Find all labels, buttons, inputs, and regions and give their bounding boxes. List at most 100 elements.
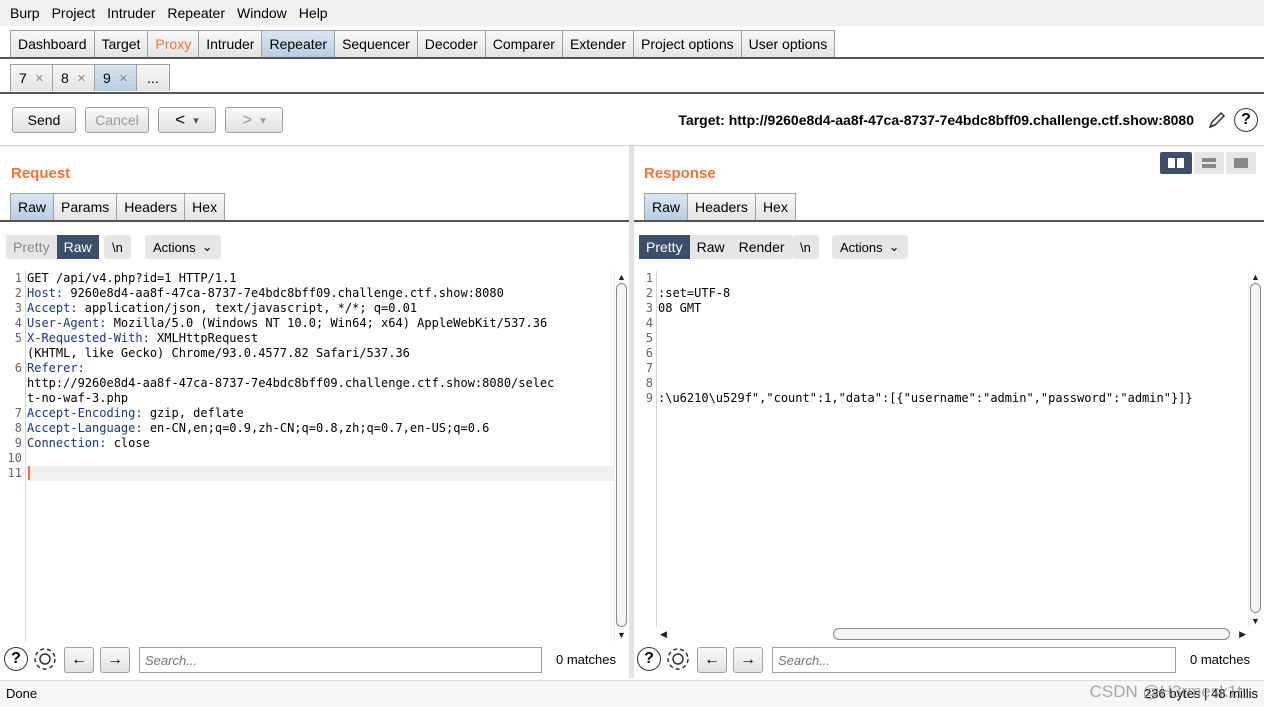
response-tab-raw[interactable]: Raw [644,193,689,220]
repeater-tab-7[interactable]: 7 ✕ [10,64,54,91]
help-icon[interactable]: ? [637,647,661,671]
header-value: application/json, text/javascript, */*; … [77,301,418,315]
request-line: (KHTML, like Gecko) Chrome/93.0.4577.82 … [27,346,614,361]
menu-help[interactable]: Help [293,5,334,21]
repeater-toolbar: Send Cancel < ▾ > ▾ Target: http://9260e… [0,96,1264,146]
search-next-button[interactable]: → [100,647,130,673]
actions-label: Actions [153,239,196,255]
repeater-tab-bar: 7 ✕ 8 ✕ 9 ✕ ... [0,60,1264,94]
edit-target-pencil-icon[interactable] [1206,109,1228,131]
response-tab-underline [634,220,1264,222]
close-icon[interactable]: ✕ [35,72,44,85]
scroll-left-icon[interactable]: ◀ [660,629,667,640]
response-search-input[interactable] [772,647,1176,673]
scroll-thumb[interactable] [1250,283,1261,613]
layout-stacked-icon[interactable] [1194,152,1224,174]
tab-comparer[interactable]: Comparer [484,30,563,57]
search-previous-button[interactable]: ← [697,647,727,673]
repeater-tab-8[interactable]: 8 ✕ [52,64,96,91]
line-number: 2 [645,286,653,300]
line-number: 3 [14,301,22,315]
tab-dashboard[interactable]: Dashboard [10,30,95,57]
request-actions-button[interactable]: Actions ⌄ [145,235,221,259]
close-icon[interactable]: ✕ [77,72,86,85]
tab-repeater[interactable]: Repeater [261,30,336,57]
request-tab-params[interactable]: Params [53,193,118,220]
scroll-thumb[interactable] [616,283,627,627]
header-value: t-no-waf-3.php [27,391,129,405]
repeater-tab-new[interactable]: ... [136,64,170,91]
request-raw-toggle[interactable]: Raw [56,235,99,259]
header-value: Mozilla/5.0 (Windows NT 10.0; Win64; x64… [106,316,548,330]
tab-target[interactable]: Target [93,30,149,57]
request-editor[interactable]: 1 2 3 4 5 6 7 8 9 10 11 GET /api/v4.php?id=1 HTTP/… [4,271,614,641]
settings-gear-icon[interactable] [664,645,692,673]
response-horizontal-scrollbar[interactable]: ◀ ▶ [658,627,1248,641]
repeater-tab-9[interactable]: 9 ✕ [94,64,138,91]
request-tab-hex[interactable]: Hex [184,193,226,220]
settings-gear-icon[interactable] [31,645,59,673]
tab-decoder[interactable]: Decoder [416,30,486,57]
cancel-button[interactable]: Cancel [85,107,149,133]
header-key: Host: [27,286,64,300]
help-icon[interactable]: ? [1234,108,1258,132]
tab-extender[interactable]: Extender [561,30,634,57]
request-pretty-toggle[interactable]: Pretty [6,235,57,259]
layout-side-by-side-icon[interactable] [1160,152,1192,174]
line-number: 9 [14,436,22,450]
request-line: GET /api/v4.php?id=1 HTTP/1.1 [27,271,614,286]
response-tab-hex[interactable]: Hex [754,193,796,220]
line-number [4,346,25,361]
response-pretty-toggle[interactable]: Pretty [639,235,690,259]
request-vertical-scrollbar[interactable]: ▲ ▼ [614,271,628,641]
header-value: gzip, deflate [142,406,244,420]
tab-sequencer[interactable]: Sequencer [334,30,418,57]
response-render-toggle[interactable]: Render [731,235,792,259]
send-button[interactable]: Send [12,107,76,133]
history-back-button[interactable]: < ▾ [158,107,216,133]
status-text: Done [6,686,38,701]
scroll-up-icon[interactable]: ▲ [617,272,626,282]
menu-repeater[interactable]: Repeater [161,5,231,21]
request-tab-headers[interactable]: Headers [116,193,186,220]
tab-user-options[interactable]: User options [740,30,836,57]
request-tab-raw[interactable]: Raw [10,193,55,220]
scroll-thumb[interactable] [833,628,1230,640]
scroll-down-icon[interactable]: ▼ [1251,616,1260,626]
header-key: Connection: [27,436,107,450]
response-line [658,271,1193,286]
tab-intruder[interactable]: Intruder [198,30,263,57]
dropdown-icon: ▾ [260,114,266,127]
response-editor[interactable]: 123456789 :set=UTF-8 08 GMT:\u6210\u529f"… [637,271,1248,627]
response-raw-toggle[interactable]: Raw [689,235,732,259]
scroll-down-icon[interactable]: ▼ [617,630,626,640]
menu-intruder[interactable]: Intruder [101,5,161,21]
scroll-right-icon[interactable]: ▶ [1239,629,1246,640]
request-newline-toggle[interactable]: \n [104,235,131,259]
arrow-right-icon: → [740,651,756,668]
menu-burp[interactable]: Burp [4,5,46,21]
layout-tabs-icon[interactable] [1226,152,1256,174]
response-newline-toggle[interactable]: \n [792,235,819,259]
search-previous-button[interactable]: ← [64,647,94,673]
request-search-input[interactable] [139,647,542,673]
scroll-up-icon[interactable]: ▲ [1251,272,1260,282]
pane-splitter[interactable] [629,146,634,678]
history-forward-button[interactable]: > ▾ [225,107,283,133]
tab-project-options[interactable]: Project options [633,30,742,57]
tab-proxy[interactable]: Proxy [147,30,200,57]
chevron-down-icon: ⌄ [888,239,900,254]
response-line: 08 GMT [658,301,702,315]
search-next-button[interactable]: → [733,647,763,673]
line-number: 5 [645,331,653,345]
repeater-tab-label: 7 [19,70,27,86]
menu-project[interactable]: Project [46,5,102,21]
response-actions-button[interactable]: Actions ⌄ [832,235,908,259]
chevron-left-icon: < [175,110,186,129]
response-vertical-scrollbar[interactable]: ▲ ▼ [1248,271,1262,627]
header-key: Accept-Encoding: [27,406,143,420]
help-icon[interactable]: ? [4,647,28,671]
response-tab-headers[interactable]: Headers [687,193,756,220]
menu-window[interactable]: Window [231,5,293,21]
close-icon[interactable]: ✕ [119,72,128,85]
